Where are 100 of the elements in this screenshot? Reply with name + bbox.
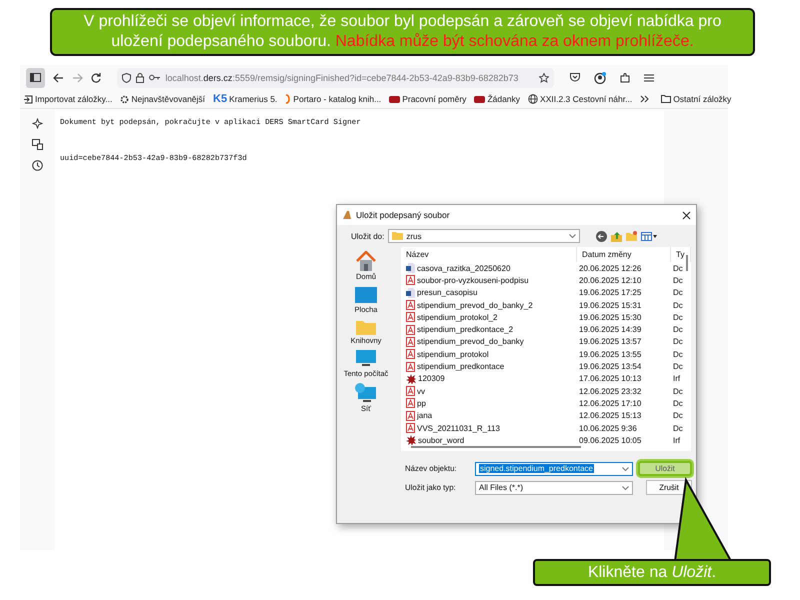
file-name: stipendium_predkontace: [417, 362, 504, 372]
shield-icon: [122, 72, 132, 82]
bookmark-icon: [389, 96, 400, 102]
new-folder-icon[interactable]: [626, 231, 638, 241]
pdf-icon: [406, 398, 415, 408]
file-row[interactable]: jana 12.06.2025 15:13 Dc: [401, 410, 691, 422]
column-header[interactable]: Datum změny: [577, 247, 671, 262]
back-icon[interactable]: [596, 230, 608, 242]
star-icon[interactable]: [539, 72, 549, 82]
bookmark-link[interactable]: Kramerius 5.: [229, 94, 278, 104]
file-row[interactable]: vv 12.06.2025 23:32 Dc: [401, 384, 691, 398]
file-row[interactable]: soubor-pro-vyzkouseni-podpisu 20.06.2025 12:10 Dc: [401, 274, 691, 287]
history-icon[interactable]: [32, 160, 43, 171]
back-icon[interactable]: [53, 72, 64, 82]
pdf-icon: [406, 336, 415, 347]
view-menu-icon[interactable]: [641, 232, 658, 240]
pocket-icon[interactable]: [570, 73, 580, 82]
file-row[interactable]: casova_razitka_20250620 20.06.2025 12:26 Dc: [401, 262, 691, 274]
file-type: Dc: [672, 411, 684, 420]
file-date: 20.06.2025 12:10: [578, 276, 642, 285]
file-date: 19.06.2025 15:30: [578, 312, 642, 322]
bookmark-link[interactable]: Pracovní poměry: [402, 94, 466, 104]
devices-icon[interactable]: [32, 139, 43, 150]
pdf-icon: [406, 312, 415, 322]
bookmark-folder[interactable]: Ostatní záložky: [673, 94, 732, 104]
menu-icon[interactable]: [644, 74, 654, 82]
pdf-icon: [406, 362, 415, 372]
document-icon: [406, 288, 415, 298]
file-row[interactable]: presun_casopisu 19.06.2025 17:25 Dc: [401, 286, 691, 299]
file-row[interactable]: pp 12.06.2025 17:10 Dc: [401, 397, 691, 410]
app-icon: [342, 210, 352, 220]
computer-icon: [356, 350, 376, 368]
up-folder-icon[interactable]: [611, 230, 622, 242]
file-date: 12.06.2025 15:13: [578, 411, 642, 420]
key-icon: [149, 74, 160, 81]
bookmark-link[interactable]: Portaro - katalog knih...: [293, 94, 382, 104]
file-row[interactable]: stipendium_prevod_do_banky_2 19.06.2025 15:31 Dc: [401, 298, 691, 312]
file-name: stipendium_prevod_do_banky_2: [417, 300, 533, 310]
splat-icon: [406, 374, 416, 384]
file-type: Dc: [672, 424, 684, 432]
reload-icon[interactable]: [91, 72, 102, 82]
file-name: VVS_20211031_R_113: [417, 424, 500, 432]
file-name: stipendium_predkontace_2: [417, 325, 514, 334]
bookmark-link[interactable]: Importovat záložky...: [35, 94, 112, 104]
sidebar-toggle-button[interactable]: [26, 68, 46, 88]
folder-icon: [356, 319, 376, 335]
sparkle-icon[interactable]: [32, 118, 43, 129]
filetype-dropdown[interactable]: All Files (*.*): [475, 480, 633, 494]
close-icon[interactable]: [682, 210, 691, 220]
bookmark-link[interactable]: XXII.2.3 Cestovní náhr...: [540, 94, 632, 104]
lock-icon: [136, 72, 144, 82]
file-name: stipendium_protokol_2: [417, 312, 498, 322]
file-row[interactable]: 120309 17.06.2025 10:13 Irf: [401, 372, 691, 385]
column-header[interactable]: Název: [401, 247, 577, 262]
file-row[interactable]: stipendium_predkontace 19.06.2025 13:54 Dc: [401, 360, 691, 373]
address-bar[interactable]: localhost.ders.cz:5559/remsig/signingFinished?id=cebe7844-2b53-42a9-83b9-68282b73: [117, 68, 554, 88]
pdf-icon: [406, 275, 415, 286]
gear-icon: [120, 94, 130, 104]
account-icon[interactable]: [594, 72, 606, 84]
file-date: 19.06.2025 13:57: [578, 337, 642, 346]
file-date: 12.06.2025 23:32: [578, 386, 642, 396]
pdf-icon: [406, 423, 415, 433]
folder-icon: [661, 95, 672, 103]
file-date: 19.06.2025 13:54: [578, 362, 642, 372]
file-name: stipendium_prevod_do_banky: [417, 337, 524, 346]
file-type: Dc: [672, 312, 684, 322]
bookmark-logo: K5: [213, 93, 228, 105]
instruction-text: Klikněte na Uložit.: [588, 564, 716, 582]
file-date: 19.06.2025 13:55: [578, 350, 642, 359]
filename-field[interactable]: signed.stipendium_predkontace: [475, 462, 633, 476]
pdf-icon: [406, 410, 415, 421]
file-type: Dc: [672, 362, 684, 372]
bookmark-link[interactable]: Nejnavštěvovanější: [131, 94, 206, 104]
chevrons-icon[interactable]: [640, 95, 650, 103]
file-type: Dc: [672, 325, 684, 334]
extensions-icon[interactable]: [620, 72, 630, 82]
folder-dropdown[interactable]: zrus: [388, 229, 580, 243]
file-type: Dc: [672, 337, 684, 346]
folder-icon: [392, 232, 404, 240]
file-type: Dc: [672, 300, 684, 310]
file-row[interactable]: stipendium_protokol 19.06.2025 13:55 Dc: [401, 348, 691, 360]
file-row[interactable]: soubor_word 09.06.2025 10:05 Irf: [401, 434, 691, 446]
import-icon: [24, 94, 33, 104]
bookmark-icon: [474, 96, 486, 102]
file-date: 20.06.2025 12:26: [578, 264, 642, 273]
file-date: 19.06.2025 14:39: [578, 325, 642, 334]
bookmark-link[interactable]: Žádanky: [487, 94, 520, 104]
file-type: Irf: [672, 374, 682, 384]
file-date: 17.06.2025 10:13: [578, 374, 642, 384]
file-name: 120309: [418, 374, 445, 384]
file-name: soubor_word: [418, 436, 464, 445]
file-name: soubor-pro-vyzkouseni-podpisu: [417, 276, 529, 285]
file-date: 10.06.2025 9:36: [578, 424, 638, 432]
file-row[interactable]: stipendium_protokol_2 19.06.2025 15:30 Dc: [401, 311, 691, 324]
file-row[interactable]: VVS_20211031_R_113 10.06.2025 9:36 Dc: [401, 422, 691, 434]
file-date: 19.06.2025 15:31: [578, 300, 642, 310]
file-row[interactable]: stipendium_prevod_do_banky 19.06.2025 13:57 Dc: [401, 336, 691, 348]
pdf-icon: [406, 349, 415, 360]
file-row[interactable]: stipendium_predkontace_2 19.06.2025 14:39 Dc: [401, 323, 691, 336]
file-type: Irf: [672, 436, 682, 445]
